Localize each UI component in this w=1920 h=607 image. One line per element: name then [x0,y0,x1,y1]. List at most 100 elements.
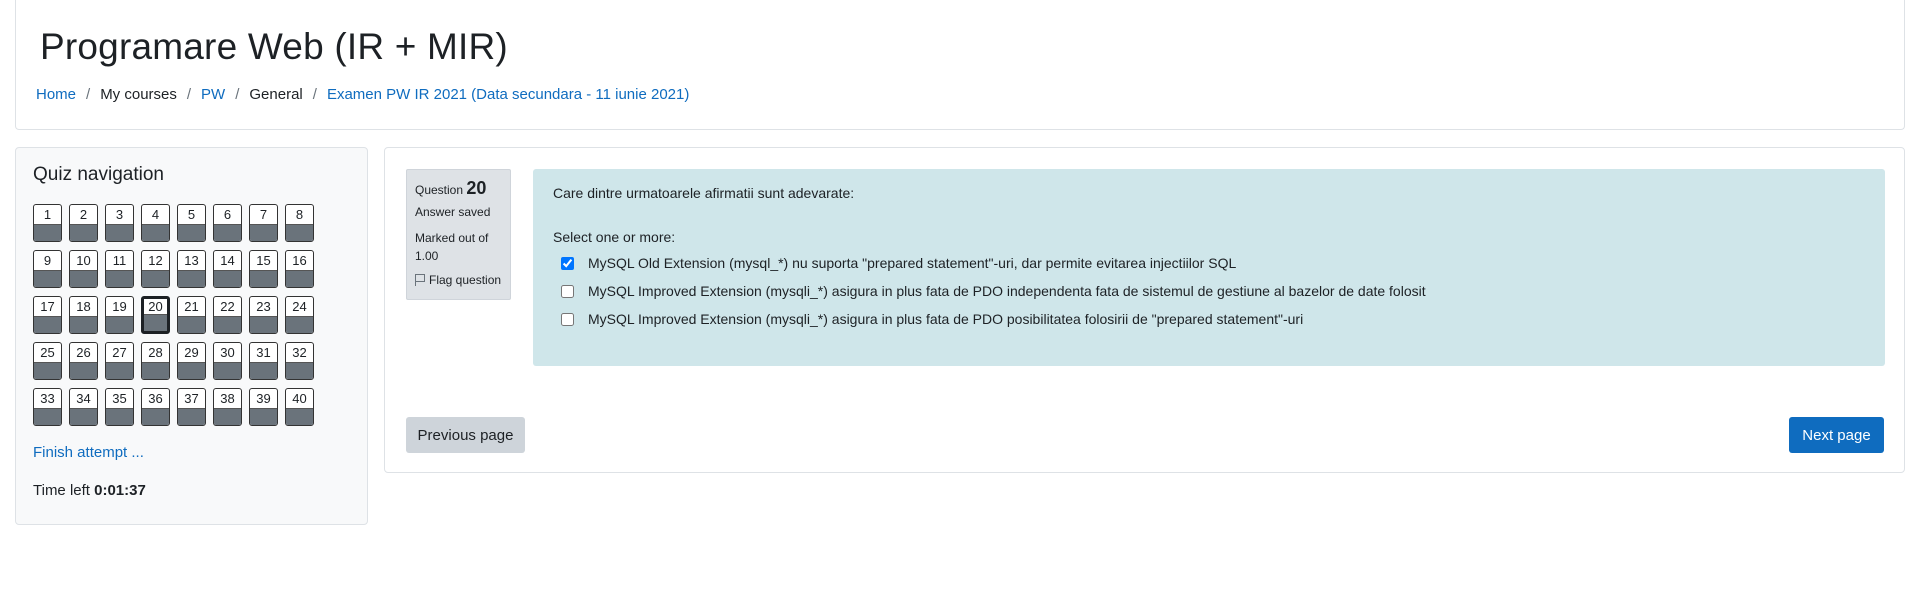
quiz-nav-number: 21 [184,299,199,314]
answered-indicator [286,316,313,333]
answered-indicator [70,270,97,287]
quiz-nav-button[interactable]: 30 [213,342,242,380]
quiz-nav-button[interactable]: 5 [177,204,206,242]
breadcrumb: Home / My courses / PW / General / Exame… [36,86,689,103]
quiz-nav-number: 10 [76,253,91,268]
quiz-nav-button[interactable]: 36 [141,388,170,426]
quiz-nav-button[interactable]: 2 [69,204,98,242]
answered-indicator [70,408,97,425]
quiz-nav-button[interactable]: 31 [249,342,278,380]
quiz-nav-number: 36 [148,391,163,406]
flag-question-button[interactable]: Flag question [415,273,502,287]
quiz-nav-number: 12 [148,253,163,268]
quiz-nav-button[interactable]: 21 [177,296,206,334]
quiz-nav-number: 35 [112,391,127,406]
flag-question-label: Flag question [429,273,502,287]
breadcrumb-separator: / [312,86,317,103]
answered-indicator [286,270,313,287]
breadcrumb-course[interactable]: PW [201,86,225,103]
question-number: Question 20 [415,178,502,199]
quiz-nav-button[interactable]: 9 [33,250,62,288]
question-grade: Marked out of 1.00 [415,231,489,263]
quiz-nav-button[interactable]: 26 [69,342,98,380]
quiz-nav-number: 40 [292,391,307,406]
answered-indicator [178,362,205,379]
answered-indicator [214,270,241,287]
quiz-nav-button[interactable]: 37 [177,388,206,426]
quiz-nav-button[interactable]: 8 [285,204,314,242]
answered-indicator [250,316,277,333]
time-left-label: Time left [33,482,90,499]
answer-option[interactable]: MySQL Old Extension (mysql_*) nu suporta… [561,249,1426,277]
answered-indicator [286,408,313,425]
flag-icon [415,274,425,286]
answered-indicator [250,408,277,425]
quiz-nav-number: 23 [256,299,271,314]
quiz-nav-button[interactable]: 29 [177,342,206,380]
quiz-nav-button[interactable]: 12 [141,250,170,288]
answered-indicator [142,270,169,287]
finish-attempt-link[interactable]: Finish attempt ... [33,444,144,461]
quiz-nav-number: 29 [184,345,199,360]
quiz-nav-button[interactable]: 39 [249,388,278,426]
answered-indicator [178,270,205,287]
course-title: Programare Web (IR + MIR) [40,26,508,67]
breadcrumb-home[interactable]: Home [36,86,76,103]
previous-page-button[interactable]: Previous page [406,417,525,453]
answered-indicator [34,316,61,333]
quiz-nav-button[interactable]: 34 [69,388,98,426]
quiz-nav-button[interactable]: 19 [105,296,134,334]
time-left: Time left 0:01:37 [33,482,146,499]
quiz-nav-number: 28 [148,345,163,360]
answer-checkbox[interactable] [561,312,574,326]
quiz-nav-button[interactable]: 16 [285,250,314,288]
answer-option[interactable]: MySQL Improved Extension (mysqli_*) asig… [561,305,1426,333]
time-left-value: 0:01:37 [94,482,146,499]
next-page-button[interactable]: Next page [1789,417,1884,453]
quiz-nav-button[interactable]: 1 [33,204,62,242]
quiz-nav-button[interactable]: 14 [213,250,242,288]
quiz-nav-button[interactable]: 22 [213,296,242,334]
quiz-nav-number: 37 [184,391,199,406]
quiz-nav-button[interactable]: 17 [33,296,62,334]
breadcrumb-separator: / [235,86,240,103]
quiz-nav-button[interactable]: 20 [141,296,170,334]
answer-checkbox[interactable] [561,256,574,270]
quiz-nav-button[interactable]: 38 [213,388,242,426]
quiz-nav-button[interactable]: 35 [105,388,134,426]
quiz-nav-number: 34 [76,391,91,406]
quiz-nav-button[interactable]: 24 [285,296,314,334]
quiz-nav-button[interactable]: 4 [141,204,170,242]
quiz-nav-button[interactable]: 32 [285,342,314,380]
answered-indicator [286,224,313,241]
answer-checkbox[interactable] [561,284,574,298]
quiz-nav-number: 2 [79,207,88,222]
quiz-nav-number: 6 [223,207,232,222]
quiz-nav-button[interactable]: 18 [69,296,98,334]
quiz-nav-number: 39 [256,391,271,406]
breadcrumb-quiz[interactable]: Examen PW IR 2021 (Data secundara - 11 i… [327,86,689,103]
answered-indicator [142,362,169,379]
answered-indicator [250,224,277,241]
quiz-nav-number: 30 [220,345,235,360]
quiz-nav-button[interactable]: 10 [69,250,98,288]
quiz-nav-number: 1 [43,207,52,222]
question-card: Question 20 Answer saved Marked out of 1… [384,147,1905,473]
quiz-nav-button[interactable]: 23 [249,296,278,334]
quiz-nav-number: 3 [115,207,124,222]
quiz-nav-button[interactable]: 27 [105,342,134,380]
quiz-nav-button[interactable]: 13 [177,250,206,288]
quiz-nav-button[interactable]: 7 [249,204,278,242]
quiz-nav-button[interactable]: 15 [249,250,278,288]
quiz-nav-button[interactable]: 11 [105,250,134,288]
answered-indicator [106,270,133,287]
quiz-nav-button[interactable]: 40 [285,388,314,426]
breadcrumb-separator: / [186,86,192,103]
quiz-nav-button[interactable]: 3 [105,204,134,242]
quiz-nav-button[interactable]: 25 [33,342,62,380]
quiz-nav-number: 38 [220,391,235,406]
answer-option[interactable]: MySQL Improved Extension (mysqli_*) asig… [561,277,1426,305]
quiz-nav-button[interactable]: 6 [213,204,242,242]
quiz-nav-button[interactable]: 28 [141,342,170,380]
quiz-nav-button[interactable]: 33 [33,388,62,426]
